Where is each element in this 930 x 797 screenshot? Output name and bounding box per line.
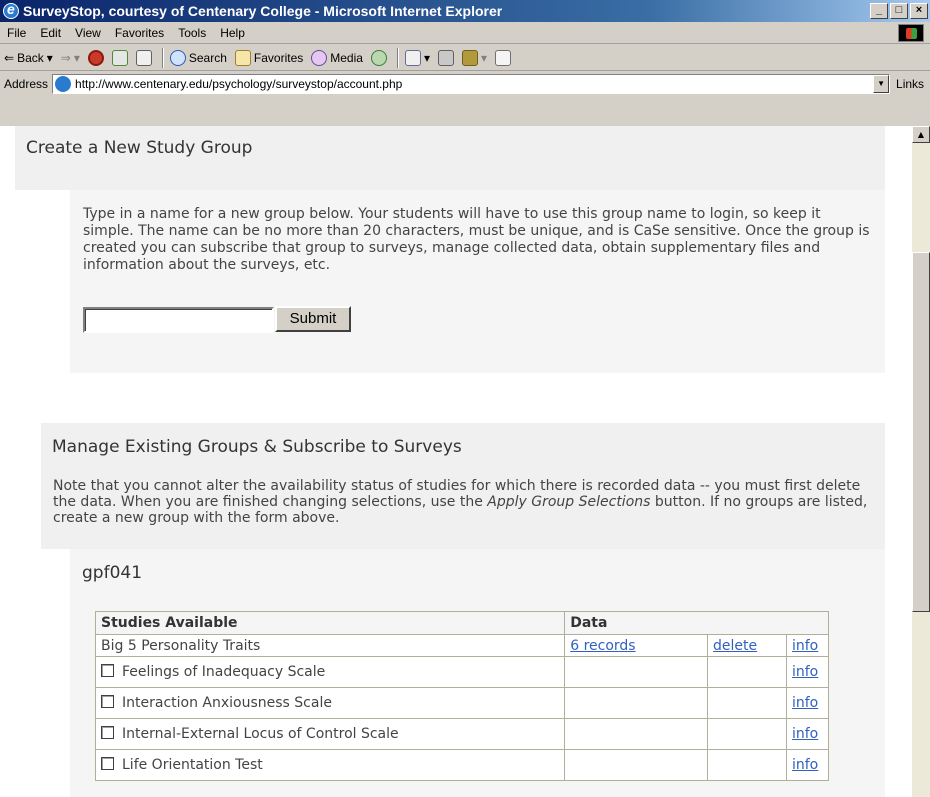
info-link[interactable]: info xyxy=(792,695,818,711)
maximize-button[interactable]: □ xyxy=(890,3,908,19)
favorites-icon xyxy=(234,49,251,66)
stop-icon[interactable] xyxy=(87,49,104,66)
vertical-scrollbar[interactable]: ▲ xyxy=(912,126,930,797)
study-name: Feelings of Inadequacy Scale xyxy=(122,664,326,680)
edit-dropdown-icon[interactable]: ▾ xyxy=(481,51,487,65)
mail-dropdown-icon[interactable]: ▾ xyxy=(424,51,430,65)
menu-favorites[interactable]: Favorites xyxy=(108,26,171,40)
table-row: Internal-External Locus of Control Scale… xyxy=(94,718,830,750)
study-name: Internal-External Locus of Control Scale xyxy=(122,726,399,742)
address-dropdown-icon[interactable]: ▼ xyxy=(873,75,890,93)
discuss-icon[interactable] xyxy=(495,49,512,66)
group-name-input[interactable] xyxy=(83,307,274,333)
data-cell-empty xyxy=(564,687,709,719)
data-cell-empty xyxy=(707,687,787,719)
studies-header: Studies Available xyxy=(94,611,566,635)
info-link[interactable]: info xyxy=(792,638,818,654)
study-name: Life Orientation Test xyxy=(122,757,263,773)
table-header-row: Studies Available Data xyxy=(94,611,829,635)
study-checkbox[interactable] xyxy=(101,695,114,708)
submit-button[interactable]: Submit xyxy=(275,306,351,332)
toolbar: ⇐ Back ▾ ⇒ ▾ Search Favorites Media ▾ ▾ xyxy=(0,45,930,71)
windows-logo-icon xyxy=(898,24,924,42)
forward-button[interactable]: ⇒ ▾ xyxy=(61,51,80,65)
data-cell-empty xyxy=(707,749,787,781)
data-cell-empty xyxy=(564,656,709,688)
apply-selections-emphasis: Apply Group Selections xyxy=(487,494,651,510)
data-cell-empty xyxy=(707,656,787,688)
history-icon[interactable] xyxy=(370,49,387,66)
address-label: Address xyxy=(4,77,49,91)
close-button[interactable]: × xyxy=(910,3,928,19)
manage-groups-heading: Manage Existing Groups & Subscribe to Su… xyxy=(52,437,462,457)
menu-tools[interactable]: Tools xyxy=(171,26,213,40)
study-name: Interaction Anxiousness Scale xyxy=(122,695,332,711)
data-cell-empty xyxy=(564,749,709,781)
group-name: gpf041 xyxy=(82,563,143,583)
data-header: Data xyxy=(564,611,829,635)
study-checkbox[interactable] xyxy=(101,726,114,739)
favorites-label: Favorites xyxy=(253,50,304,65)
search-label: Search xyxy=(188,50,227,65)
info-link[interactable]: info xyxy=(792,726,818,742)
menu-bar: File Edit View Favorites Tools Help xyxy=(0,22,930,44)
toolbar-separator xyxy=(161,47,164,68)
table-row: Big 5 Personality Traits 6 records delet… xyxy=(94,634,830,657)
toolbar-separator xyxy=(396,47,399,68)
create-group-section: Create a New Study Group xyxy=(15,126,885,190)
create-group-heading: Create a New Study Group xyxy=(26,138,253,158)
media-button[interactable]: Media xyxy=(311,49,363,66)
create-group-form: Type in a name for a new group below. Yo… xyxy=(70,190,885,373)
table-row: Feelings of Inadequacy Scale info xyxy=(94,656,830,688)
info-link[interactable]: info xyxy=(792,664,818,680)
title-bar: SurveyStop, courtesy of Centenary Colleg… xyxy=(0,0,930,22)
info-link[interactable]: info xyxy=(792,757,818,773)
search-button[interactable]: Search xyxy=(169,49,227,66)
menu-view[interactable]: View xyxy=(68,26,108,40)
search-icon xyxy=(169,49,186,66)
create-group-description: Type in a name for a new group below. Yo… xyxy=(83,206,870,273)
records-link[interactable]: 6 records xyxy=(570,638,635,654)
media-icon xyxy=(311,49,328,66)
back-dropdown-icon[interactable]: ▾ xyxy=(47,51,53,65)
print-icon[interactable] xyxy=(437,49,454,66)
media-label: Media xyxy=(330,50,363,65)
address-url[interactable]: http://www.centenary.edu/psychology/surv… xyxy=(75,77,402,91)
mail-icon[interactable] xyxy=(404,49,421,66)
data-cell-empty xyxy=(707,718,787,750)
internet-explorer-icon xyxy=(3,1,19,19)
scroll-up-icon[interactable]: ▲ xyxy=(912,126,930,143)
back-label: Back xyxy=(17,50,44,65)
menu-help[interactable]: Help xyxy=(213,26,252,40)
favorites-button[interactable]: Favorites xyxy=(234,49,304,66)
study-checkbox[interactable] xyxy=(101,664,114,677)
address-input[interactable]: http://www.centenary.edu/psychology/surv… xyxy=(52,74,891,94)
window-title: SurveyStop, courtesy of Centenary Colleg… xyxy=(23,3,503,19)
page-icon xyxy=(55,76,72,92)
minimize-button[interactable]: _ xyxy=(870,3,888,19)
links-button[interactable]: Links xyxy=(896,77,924,91)
group-panel: gpf041 Studies Available Data Big 5 Pers… xyxy=(70,549,885,797)
table-row: Life Orientation Test info xyxy=(94,749,830,781)
study-checkbox[interactable] xyxy=(101,757,114,770)
data-cell-empty xyxy=(564,718,709,750)
studies-table: Studies Available Data Big 5 Personality… xyxy=(94,611,830,781)
edit-icon[interactable] xyxy=(461,49,478,66)
manage-groups-description: Note that you cannot alter the availabil… xyxy=(53,478,873,526)
table-row: Interaction Anxiousness Scale info xyxy=(94,687,830,719)
back-button[interactable]: ⇐ Back ▾ xyxy=(4,51,53,65)
delete-link[interactable]: delete xyxy=(713,638,757,654)
study-name: Big 5 Personality Traits xyxy=(94,634,566,657)
back-arrow-icon: ⇐ xyxy=(4,50,15,65)
scroll-thumb[interactable] xyxy=(912,252,930,612)
address-bar: Address http://www.centenary.edu/psychol… xyxy=(0,72,930,96)
forward-dropdown-icon[interactable]: ▾ xyxy=(74,51,80,65)
refresh-icon[interactable] xyxy=(111,49,128,66)
home-icon[interactable] xyxy=(135,49,152,66)
forward-arrow-icon: ⇒ xyxy=(60,50,71,65)
page-content: Create a New Study Group Type in a name … xyxy=(0,126,912,797)
menu-file[interactable]: File xyxy=(0,26,33,40)
menu-edit[interactable]: Edit xyxy=(33,26,68,40)
manage-groups-section: Manage Existing Groups & Subscribe to Su… xyxy=(41,423,885,549)
